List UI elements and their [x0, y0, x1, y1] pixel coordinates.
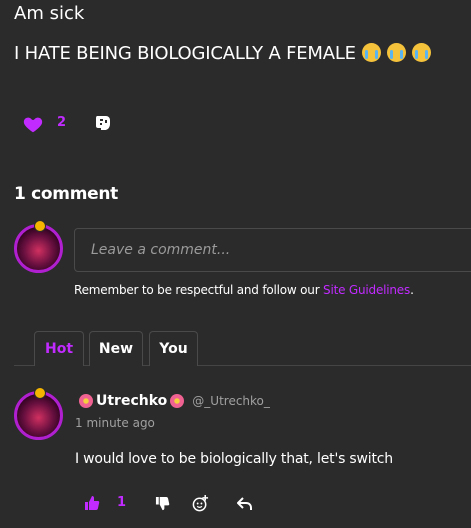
- loudly-crying-face-icon: [411, 43, 431, 62]
- comment-author-avatar[interactable]: [14, 387, 63, 440]
- thumbs-up-icon: [85, 496, 100, 510]
- crown-badge-icon: [33, 220, 46, 232]
- post-like-count: 2: [57, 115, 67, 130]
- comment-reply-button[interactable]: [237, 496, 253, 510]
- add-reaction-icon: [192, 495, 209, 512]
- comments-heading: 1 comment: [14, 184, 118, 204]
- tab-new[interactable]: New: [89, 331, 143, 366]
- comment-author-name[interactable]: Utrechko: [96, 393, 167, 409]
- comment-like-button[interactable]: [84, 495, 100, 511]
- report-post-button[interactable]: [93, 113, 113, 135]
- loudly-crying-face-icon: [361, 43, 381, 62]
- tab-you[interactable]: You: [149, 331, 198, 366]
- thumbs-down-icon: [155, 496, 170, 511]
- hand-flag-icon: [96, 116, 110, 130]
- comment-input[interactable]: [74, 228, 471, 272]
- like-post-button[interactable]: [22, 113, 44, 135]
- reply-arrow-icon: [237, 497, 252, 510]
- post-body-text: I HATE BEING BIOLOGICALLY A FEMALE: [14, 43, 356, 64]
- loudly-crying-face-icon: [386, 43, 406, 62]
- guidelines-prefix: Remember to be respectful and follow our: [74, 283, 324, 297]
- comment-react-button[interactable]: [192, 495, 209, 512]
- comment-text: I would love to be biologically that, le…: [75, 451, 393, 467]
- comment-like-count: 1: [117, 495, 127, 510]
- comment-timestamp: 1 minute ago: [75, 416, 155, 430]
- post-title: Am sick: [14, 3, 85, 24]
- comment-dislike-button[interactable]: [155, 496, 170, 511]
- comment-author-handle: @_Utrechko_: [192, 394, 270, 408]
- site-guidelines-link[interactable]: Site Guidelines: [323, 283, 410, 297]
- tab-hot[interactable]: Hot: [34, 331, 84, 366]
- comment-author[interactable]: Utrechko @_Utrechko_: [76, 393, 270, 409]
- guidelines-note: Remember to be respectful and follow our…: [74, 283, 414, 297]
- post-body: I HATE BEING BIOLOGICALLY A FEMALE: [14, 43, 431, 64]
- hibiscus-icon: [170, 394, 185, 408]
- heart-icon: [23, 117, 43, 133]
- hibiscus-icon: [79, 394, 93, 408]
- crown-badge-icon: [33, 387, 46, 399]
- guidelines-suffix: .: [410, 283, 414, 297]
- current-user-avatar: [14, 220, 63, 273]
